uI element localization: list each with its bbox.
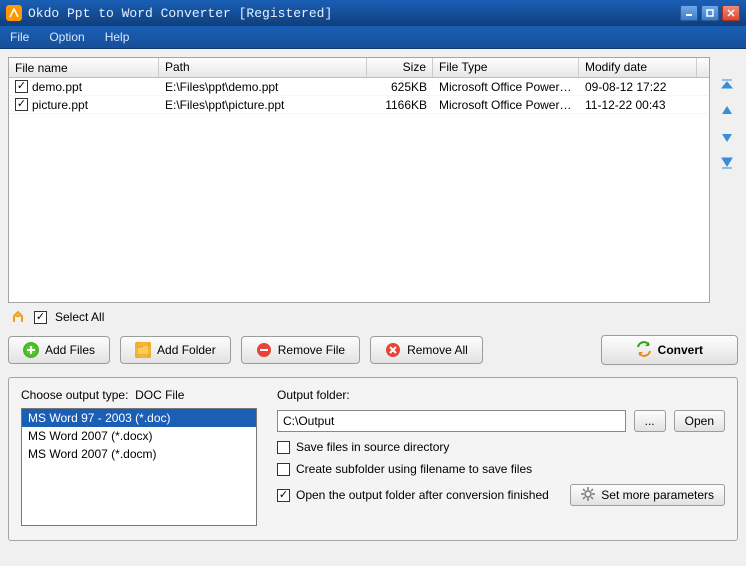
browse-button[interactable]: ...	[634, 410, 666, 432]
menu-help[interactable]: Help	[101, 28, 134, 46]
remove-all-button[interactable]: Remove All	[370, 336, 483, 364]
set-more-parameters-button[interactable]: Set more parameters	[570, 484, 725, 506]
menu-option[interactable]: Option	[45, 28, 88, 46]
table-row[interactable]: demo.ppt E:\Files\ppt\demo.ppt625KBMicros…	[9, 78, 709, 96]
x-red-icon	[385, 342, 401, 358]
row-checkbox[interactable]	[15, 80, 28, 93]
row-checkbox[interactable]	[15, 98, 28, 111]
window-title: Okdo Ppt to Word Converter [Registered]	[28, 6, 680, 21]
move-up-button[interactable]	[719, 103, 735, 119]
open-after-checkbox[interactable]	[277, 489, 290, 502]
output-type-list[interactable]: MS Word 97 - 2003 (*.doc)MS Word 2007 (*…	[21, 408, 257, 526]
convert-icon	[636, 341, 652, 360]
add-files-button[interactable]: Add Files	[8, 336, 110, 364]
minus-red-icon	[256, 342, 272, 358]
col-header-type[interactable]: File Type	[433, 58, 579, 77]
row-path: E:\Files\ppt\picture.ppt	[159, 97, 367, 113]
row-type: Microsoft Office PowerP...	[433, 97, 579, 113]
row-filename: demo.ppt	[32, 80, 82, 94]
close-button[interactable]	[722, 5, 740, 21]
select-all-row: Select All	[8, 303, 738, 335]
save-source-label: Save files in source directory	[296, 440, 449, 454]
move-down-button[interactable]	[719, 129, 735, 145]
minimize-button[interactable]	[680, 5, 698, 21]
remove-file-button[interactable]: Remove File	[241, 336, 360, 364]
save-source-checkbox[interactable]	[277, 441, 290, 454]
open-after-label: Open the output folder after conversion …	[296, 488, 549, 502]
plus-icon	[23, 342, 39, 358]
folder-icon	[135, 342, 151, 358]
file-table: File name Path Size File Type Modify dat…	[8, 57, 710, 303]
table-header: File name Path Size File Type Modify dat…	[9, 58, 709, 78]
move-bottom-button[interactable]	[719, 155, 735, 171]
row-date: 09-08-12 17:22	[579, 79, 697, 95]
row-size: 625KB	[367, 79, 433, 95]
create-subfolder-label: Create subfolder using filename to save …	[296, 462, 532, 476]
row-path: E:\Files\ppt\demo.ppt	[159, 79, 367, 95]
col-header-path[interactable]: Path	[159, 58, 367, 77]
col-header-date[interactable]: Modify date	[579, 58, 697, 77]
convert-button[interactable]: Convert	[601, 335, 738, 365]
row-filename: picture.ppt	[32, 98, 88, 112]
menu-file[interactable]: File	[6, 28, 33, 46]
output-type-option[interactable]: MS Word 97 - 2003 (*.doc)	[22, 409, 256, 427]
maximize-button[interactable]	[701, 5, 719, 21]
create-subfolder-checkbox[interactable]	[277, 463, 290, 476]
bottom-panel: Choose output type: DOC File MS Word 97 …	[8, 377, 738, 541]
row-date: 11-12-22 00:43	[579, 97, 697, 113]
select-all-label: Select All	[55, 310, 104, 324]
up-folder-icon[interactable]	[10, 309, 26, 325]
col-header-name[interactable]: File name	[9, 58, 159, 77]
menubar: File Option Help	[0, 26, 746, 49]
output-folder-input[interactable]	[277, 410, 626, 432]
row-type: Microsoft Office PowerP...	[433, 79, 579, 95]
open-folder-button[interactable]: Open	[674, 410, 725, 432]
add-folder-button[interactable]: Add Folder	[120, 336, 231, 364]
output-folder-label: Output folder:	[277, 388, 725, 402]
table-row[interactable]: picture.ppt E:\Files\ppt\picture.ppt1166K…	[9, 96, 709, 114]
row-size: 1166KB	[367, 97, 433, 113]
gear-icon	[581, 487, 595, 504]
app-icon	[6, 5, 22, 21]
col-header-size[interactable]: Size	[367, 58, 433, 77]
titlebar: Okdo Ppt to Word Converter [Registered]	[0, 0, 746, 26]
move-top-button[interactable]	[719, 77, 735, 93]
output-type-label: Choose output type: DOC File	[21, 388, 257, 402]
output-type-option[interactable]: MS Word 2007 (*.docm)	[22, 445, 256, 463]
select-all-checkbox[interactable]	[34, 311, 47, 324]
output-type-option[interactable]: MS Word 2007 (*.docx)	[22, 427, 256, 445]
